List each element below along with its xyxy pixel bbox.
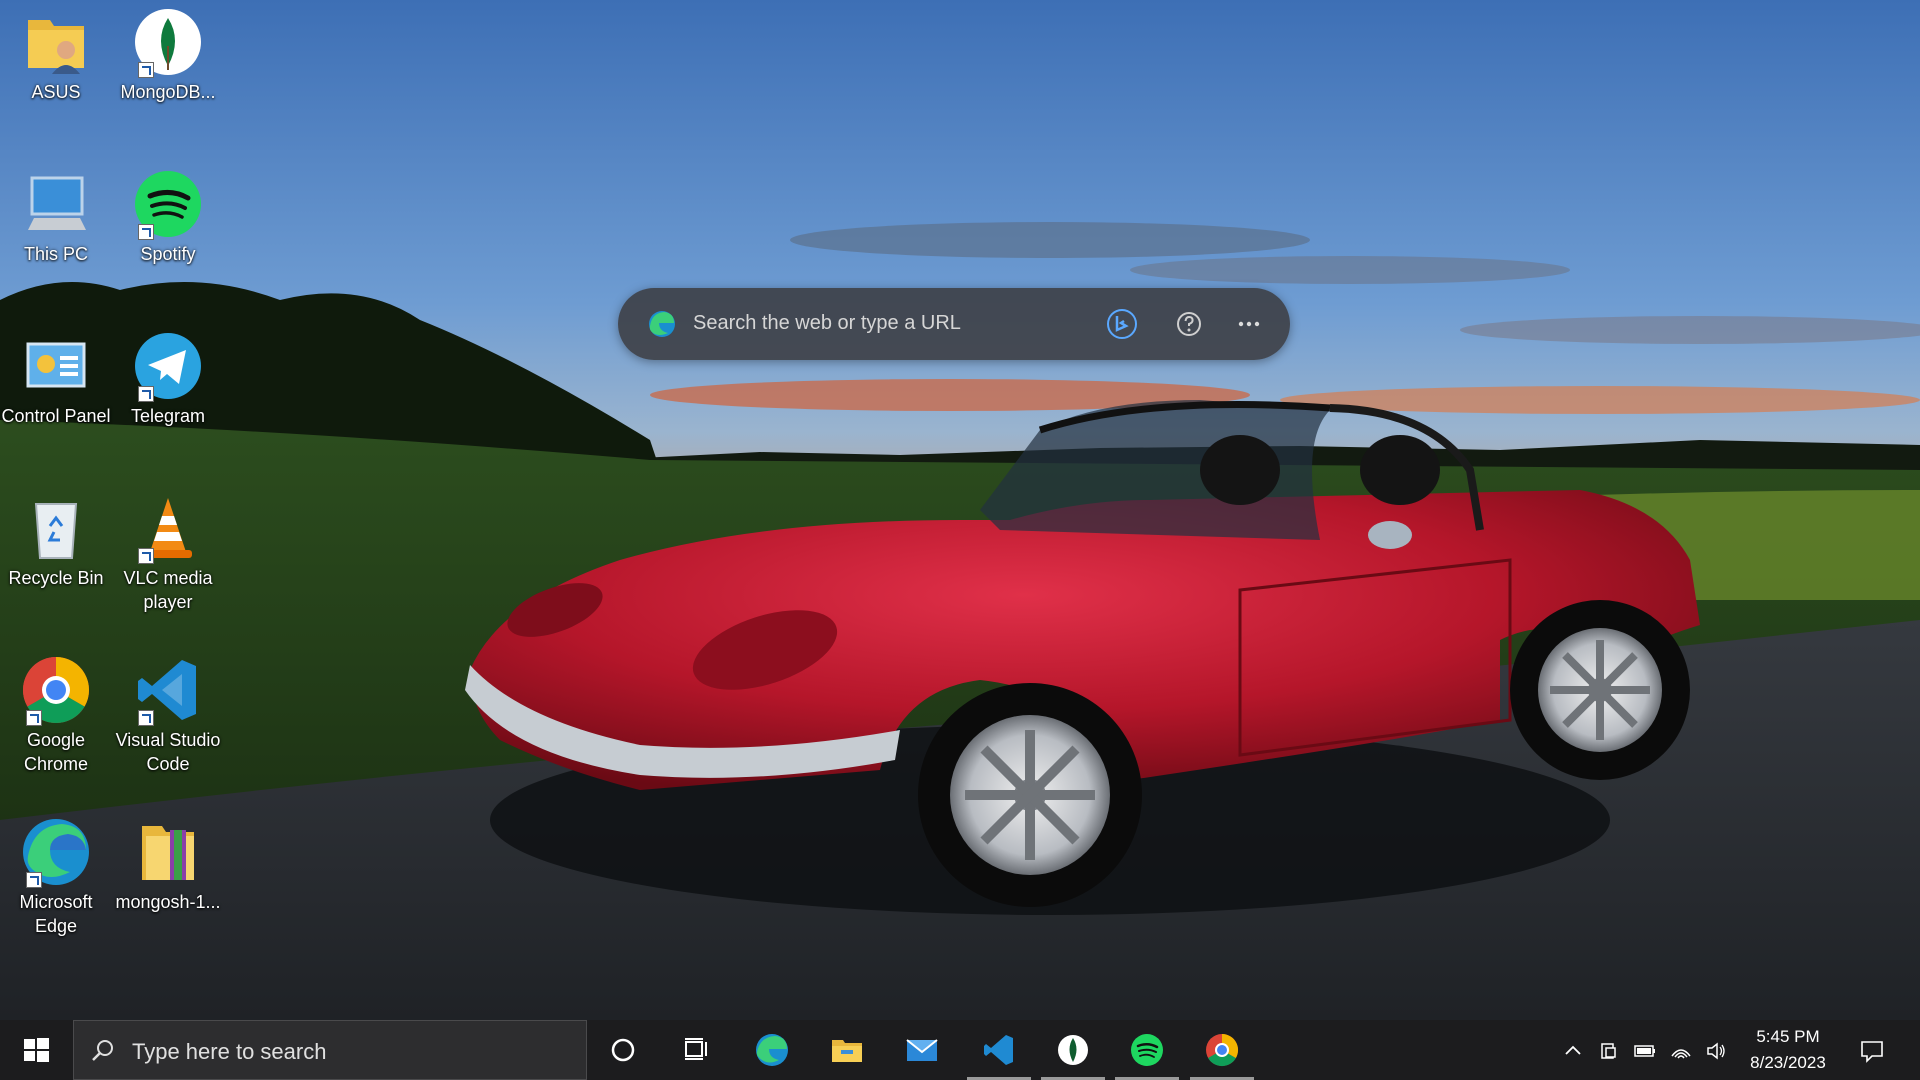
web-search-bar[interactable]: Search the web or type a URL bbox=[618, 288, 1290, 360]
desktop-icon-spotify[interactable]: Spotify bbox=[112, 162, 224, 266]
shortcut-arrow-icon bbox=[138, 224, 154, 240]
shortcut-arrow-icon bbox=[138, 548, 154, 564]
clock-time[interactable]: 5:45 PM bbox=[1733, 1027, 1843, 1047]
clock-date[interactable]: 8/23/2023 bbox=[1733, 1053, 1843, 1073]
control-panel-icon bbox=[20, 330, 92, 402]
shortcut-arrow-icon bbox=[138, 386, 154, 402]
taskbar: Type here to search 5:45 PM 8/23/2023 bbox=[0, 1020, 1920, 1080]
edge-icon bbox=[649, 311, 675, 337]
shortcut-arrow-icon bbox=[26, 872, 42, 888]
spotify-icon bbox=[132, 168, 204, 240]
desktop-icon-label: Visual Studio Code bbox=[115, 730, 221, 774]
task-view-button[interactable] bbox=[659, 1020, 731, 1080]
folder-icon bbox=[832, 1040, 862, 1062]
bing-icon[interactable] bbox=[1106, 308, 1138, 340]
desktop-icon-mongosh[interactable]: mongosh-1... bbox=[112, 810, 224, 914]
desktop-icon-visual-studio-code[interactable]: Visual Studio Code bbox=[112, 648, 224, 776]
shortcut-arrow-icon bbox=[26, 710, 42, 726]
volume-icon[interactable] bbox=[1705, 1040, 1727, 1062]
desktop-icon-telegram[interactable]: Telegram bbox=[112, 324, 224, 428]
desktop-icon-label: Microsoft Edge bbox=[19, 892, 93, 936]
battery-icon[interactable] bbox=[1634, 1040, 1656, 1062]
taskbar-spotify[interactable] bbox=[1111, 1020, 1183, 1080]
taskbar-edge[interactable] bbox=[736, 1020, 808, 1080]
chrome-icon bbox=[1206, 1034, 1239, 1067]
cortana-button[interactable] bbox=[587, 1020, 659, 1080]
telegram-icon bbox=[132, 330, 204, 402]
taskbar-search-box[interactable]: Type here to search bbox=[73, 1020, 587, 1080]
mail-icon bbox=[906, 1039, 938, 1061]
computer-icon bbox=[20, 168, 92, 240]
desktop-icon-label: Google Chrome bbox=[23, 730, 89, 774]
shortcut-arrow-icon bbox=[138, 710, 154, 726]
recycle-bin-icon bbox=[20, 492, 92, 564]
desktop-icon-mongodb[interactable]: MongoDB... bbox=[112, 0, 224, 104]
cortana-circle-icon bbox=[611, 1038, 635, 1062]
edge-icon bbox=[756, 1034, 788, 1066]
zip-folder-icon bbox=[132, 816, 204, 888]
taskbar-mongodb-compass[interactable] bbox=[1037, 1020, 1109, 1080]
desktop-icon-label: This PC bbox=[23, 244, 88, 264]
desktop-icon-asus[interactable]: ASUS bbox=[0, 0, 112, 104]
windows-logo-icon bbox=[24, 1038, 49, 1062]
chevron-up-icon[interactable] bbox=[1562, 1040, 1584, 1062]
desktop-icon-this-pc[interactable]: This PC bbox=[0, 162, 112, 266]
meet-now-icon[interactable] bbox=[1598, 1040, 1620, 1062]
wifi-icon[interactable] bbox=[1670, 1040, 1692, 1062]
desktop-icon-microsoft-edge[interactable]: Microsoft Edge bbox=[0, 810, 112, 938]
desktop-icon-label: mongosh-1... bbox=[115, 892, 221, 912]
desktop-icon-label: Telegram bbox=[130, 406, 206, 426]
more-options-icon[interactable] bbox=[1233, 308, 1265, 340]
desktop-icon-label: Recycle Bin bbox=[8, 568, 104, 588]
vscode-icon bbox=[132, 654, 204, 726]
desktop-icon-label: VLC media player bbox=[123, 568, 213, 612]
desktop-icon-google-chrome[interactable]: Google Chrome bbox=[0, 648, 112, 776]
desktop-wallpaper bbox=[0, 0, 1920, 1080]
taskbar-mail[interactable] bbox=[886, 1020, 958, 1080]
desktop-icon-label: MongoDB... bbox=[120, 82, 216, 102]
start-button[interactable] bbox=[0, 1020, 72, 1080]
taskbar-vscode[interactable] bbox=[963, 1020, 1035, 1080]
taskbar-file-explorer[interactable] bbox=[811, 1020, 883, 1080]
web-search-placeholder[interactable]: Search the web or type a URL bbox=[693, 312, 961, 335]
desktop-icon-control-panel[interactable]: Control Panel bbox=[0, 324, 112, 428]
task-view-icon bbox=[685, 1038, 707, 1060]
mongodb-leaf-icon bbox=[132, 6, 204, 78]
mongodb-leaf-icon bbox=[1058, 1035, 1088, 1065]
notifications-icon[interactable] bbox=[1859, 1038, 1885, 1064]
desktop-icon-label: Control Panel bbox=[1, 406, 111, 426]
search-icon bbox=[92, 1040, 113, 1061]
desktop-icon-label: ASUS bbox=[31, 82, 81, 102]
chrome-icon bbox=[20, 654, 92, 726]
desktop-icon-label: Spotify bbox=[140, 244, 196, 264]
spotify-icon bbox=[1131, 1034, 1163, 1066]
taskbar-search-placeholder: Type here to search bbox=[132, 1039, 327, 1064]
edge-icon bbox=[20, 816, 92, 888]
desktop-icon-vlc[interactable]: VLC media player bbox=[112, 486, 224, 614]
help-icon[interactable] bbox=[1173, 308, 1205, 340]
shortcut-arrow-icon bbox=[138, 62, 154, 78]
taskbar-chrome[interactable] bbox=[1186, 1020, 1258, 1080]
desktop-icon-recycle-bin[interactable]: Recycle Bin bbox=[0, 486, 112, 590]
user-folder-icon bbox=[20, 6, 92, 78]
vscode-icon bbox=[984, 1035, 1013, 1065]
vlc-cone-icon bbox=[132, 492, 204, 564]
